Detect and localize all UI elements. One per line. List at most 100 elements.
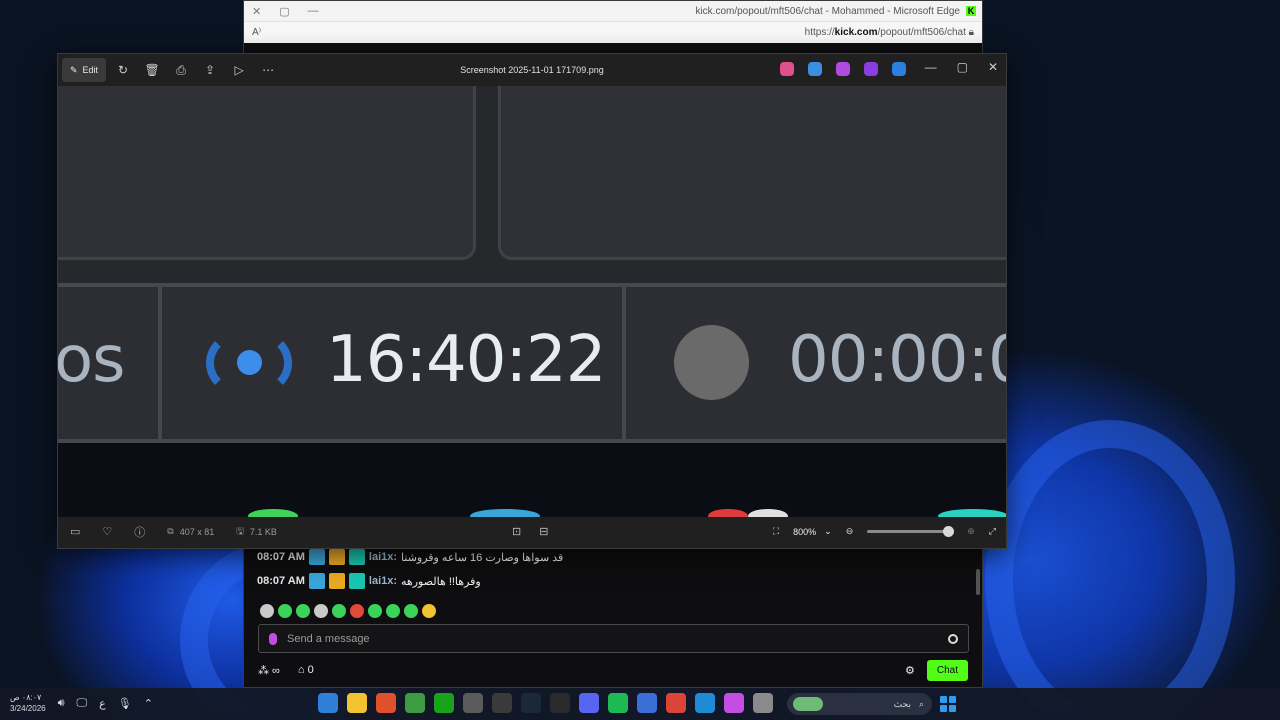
more-button[interactable]: ⋯ — [256, 58, 280, 82]
close-icon[interactable]: ✕ — [252, 5, 261, 18]
message-time: 08:07 AM — [257, 575, 305, 587]
live-timer-text: 16:40:22 — [326, 323, 606, 397]
infinity-points-icon[interactable]: ⁂ ∞ — [258, 664, 280, 677]
volume-icon[interactable]: 🔊︎ — [58, 697, 65, 710]
visual-search-icon[interactable]: ⊡ — [512, 525, 521, 538]
emote-icon[interactable] — [278, 604, 292, 618]
system-tray: ٠٨:٠٧ ص 3/24/2026 🔊︎ 🖵 ع 🎙︎ ⌃ — [10, 692, 153, 714]
edge-icon[interactable] — [695, 693, 715, 713]
emote-icon[interactable] — [332, 604, 346, 618]
taskbar-search[interactable]: بحث ⌕ — [787, 693, 932, 715]
filmstrip-button[interactable]: ▭ — [70, 525, 80, 538]
settings-gear-icon[interactable]: ⚙ — [905, 664, 915, 677]
steam-icon[interactable] — [521, 693, 541, 713]
maximize-icon[interactable]: ▢ — [957, 60, 968, 74]
emote-icon[interactable] — [260, 604, 274, 618]
emoji-icon[interactable] — [948, 633, 958, 644]
emote-icon[interactable] — [368, 604, 382, 618]
read-aloud-icon[interactable]: A⁾ — [252, 27, 261, 38]
microphone-icon[interactable]: 🎙︎ — [118, 697, 132, 710]
fit-to-window-icon[interactable]: ⛶ — [773, 526, 779, 537]
edge-title-text: kick.com/popout/mft506/chat - Mohammed -… — [695, 5, 960, 17]
chat-message: 08:07 AM lai1x: قد سواها وصارت 16 ساعه و… — [257, 549, 563, 565]
edit-icon: ✎ — [70, 64, 78, 75]
zoom-slider[interactable] — [867, 526, 955, 537]
file-explorer-icon[interactable] — [347, 693, 367, 713]
close-icon[interactable]: ✕ — [988, 60, 998, 74]
divider — [158, 287, 162, 439]
designer-icon[interactable] — [836, 62, 850, 76]
favorite-button[interactable]: ♡ — [102, 525, 112, 538]
discord-icon[interactable] — [579, 693, 599, 713]
copilot-icon[interactable] — [724, 693, 744, 713]
chat-scrollbar[interactable] — [976, 569, 980, 595]
sub-badge-icon — [348, 549, 365, 565]
info-button[interactable]: ⓘ — [134, 524, 145, 540]
emote-icon[interactable] — [350, 604, 364, 618]
clipchamp-icon[interactable] — [864, 62, 878, 76]
minimize-icon[interactable]: — — [925, 60, 937, 74]
dimensions: ⧉ 407 x 81 — [167, 526, 214, 537]
image-card-left — [58, 86, 476, 260]
image-size-icon: ⧉ — [167, 526, 174, 536]
store-icon[interactable] — [637, 693, 657, 713]
emote-icon[interactable] — [314, 604, 328, 618]
photos-status-bar: ▭ ♡ ⓘ ⧉ 407 x 81 🖫︎ 7.1 KB ⊡ ⊟ ⛶ 800% ⌄ … — [58, 515, 1006, 548]
language-indicator[interactable]: ع — [99, 697, 106, 710]
xbox-icon[interactable] — [434, 693, 454, 713]
url-field[interactable]: https://kick.com/popout/mft506/chat 🔒︎ — [805, 27, 974, 38]
obs-icon[interactable] — [463, 693, 483, 713]
epic-games-icon[interactable] — [550, 693, 570, 713]
rotate-button[interactable]: ↻ — [111, 58, 135, 82]
image-dark-strip — [58, 443, 1006, 517]
file-size: 🖫︎ 7.1 KB — [236, 524, 277, 540]
emote-icon[interactable] — [296, 604, 310, 618]
show-hidden-icons-icon[interactable]: ⌃ — [144, 697, 153, 710]
emote-icon[interactable] — [404, 604, 418, 618]
slideshow-button[interactable]: ▷ — [227, 58, 251, 82]
microphone-icon[interactable] — [269, 632, 277, 645]
info-icon: ⓘ — [134, 526, 146, 539]
app-window-icon[interactable] — [753, 693, 773, 713]
start-button[interactable] — [940, 696, 956, 712]
emote-icon[interactable] — [422, 604, 436, 618]
brave-icon[interactable] — [376, 693, 396, 713]
text-scan-icon[interactable]: ⊟ — [539, 525, 548, 538]
send-chat-button[interactable]: Chat — [926, 659, 968, 681]
fullscreen-icon[interactable]: ⤢ — [989, 526, 996, 537]
lock-icon: 🔒︎ — [968, 27, 974, 38]
edit-button[interactable]: ✎ Edit — [62, 58, 107, 82]
zoom-slider-thumb[interactable] — [943, 526, 955, 537]
filmstrip-icon: ▭ — [70, 526, 81, 538]
zoom-dropdown[interactable]: 800% ⌄ — [793, 526, 832, 537]
message-text: وفرها!! هالصورهه — [401, 575, 481, 588]
maximize-icon[interactable]: ▢ — [279, 5, 289, 18]
message-user[interactable]: lai1x: — [369, 551, 397, 563]
crown-badge-icon — [328, 573, 345, 589]
status-center-tools: ⊡ ⊟ — [512, 525, 548, 538]
zoom-out-icon[interactable]: ⊖ — [846, 526, 854, 537]
onedrive-icon[interactable] — [892, 62, 906, 76]
message-user[interactable]: lai1x: — [369, 575, 397, 587]
print-button[interactable]: ⎙ — [169, 58, 193, 82]
share-button[interactable]: ⇪ — [198, 58, 222, 82]
chrome-icon[interactable] — [666, 693, 686, 713]
paint-icon[interactable] — [318, 693, 338, 713]
copilot-icon[interactable] — [780, 62, 794, 76]
edge-title: kick.com/popout/mft506/chat - Mohammed -… — [695, 6, 976, 17]
app-icon[interactable] — [492, 693, 512, 713]
minecraft-icon[interactable] — [405, 693, 425, 713]
chat-message-input[interactable] — [287, 632, 938, 645]
spotify-icon[interactable] — [608, 693, 628, 713]
paint-icon[interactable] — [808, 62, 822, 76]
chat-footer: ⁂ ∞ ⌂ 0 ⚙ Chat — [258, 659, 968, 681]
minimize-icon[interactable]: — — [308, 5, 319, 18]
clock[interactable]: ٠٨:٠٧ ص 3/24/2026 — [10, 692, 46, 714]
store-count[interactable]: ⌂ 0 — [298, 664, 314, 676]
image-canvas[interactable]: os 16:40:22 00:00:0 — [58, 86, 1006, 517]
network-icon[interactable]: 🖵 — [77, 697, 88, 710]
emote-icon[interactable] — [386, 604, 400, 618]
delete-button[interactable]: 🗑︎ — [140, 58, 164, 82]
trash-icon: 🗑︎ — [144, 63, 160, 77]
zoom-in-icon[interactable]: ⊕ — [967, 526, 975, 537]
